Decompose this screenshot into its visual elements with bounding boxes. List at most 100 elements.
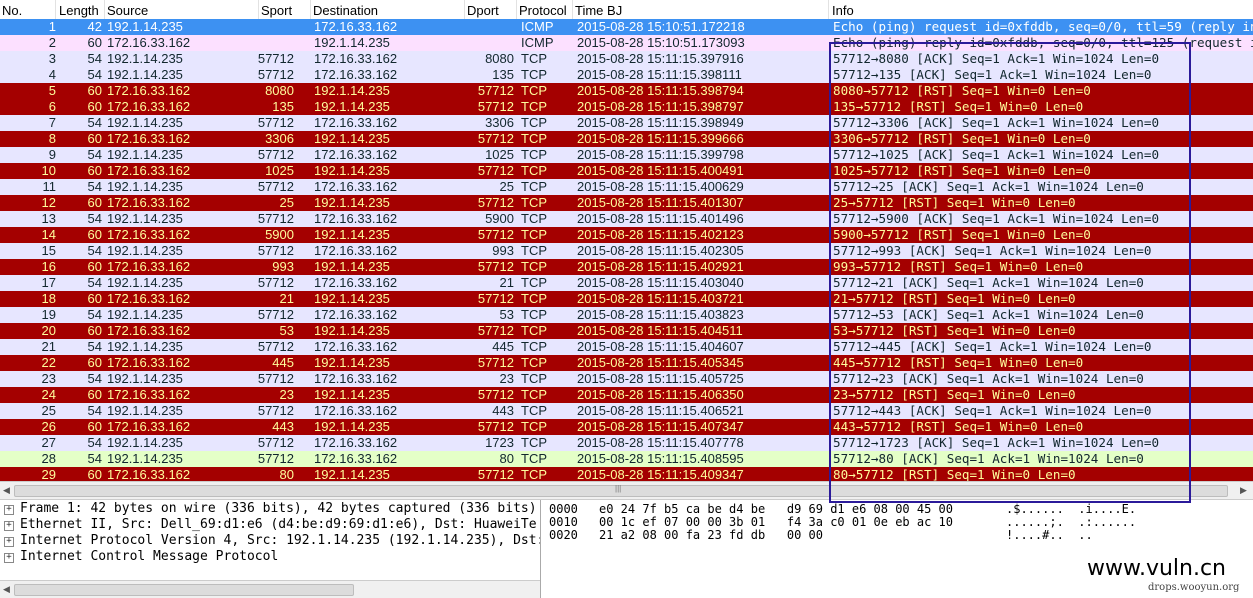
packet-row[interactable]: 2 60 172.16.33.162 192.1.14.235 ICMP 2015-08-…: [0, 35, 1253, 51]
packet-dport: 1025: [485, 147, 514, 162]
column-divider[interactable]: [464, 0, 465, 19]
packet-row[interactable]: 23 54 192.1.14.235 57712 172.16.33.162 23 TCP 2…: [0, 371, 1253, 387]
packet-dport: 57712: [477, 227, 514, 242]
packet-row[interactable]: 26 60 172.16.33.162 443 192.1.14.235 57712 TCP…: [0, 419, 1253, 435]
packet-protocol: TCP: [521, 323, 547, 338]
packet-row[interactable]: 20 60 172.16.33.162 53 192.1.14.235 57712 TCP 2…: [0, 323, 1253, 339]
packet-row[interactable]: 21 54 192.1.14.235 57712 172.16.33.162 445 TCP…: [0, 339, 1253, 355]
packet-time: 2015-08-28 15:11:15.405345: [577, 355, 744, 370]
expand-icon[interactable]: +: [4, 553, 14, 563]
packet-dport: 57712: [477, 99, 514, 114]
column-divider[interactable]: [55, 0, 56, 19]
packet-sport: 993: [272, 259, 294, 274]
packet-destination: 192.1.14.235: [314, 259, 390, 274]
column-time[interactable]: Time BJ: [575, 3, 622, 18]
scroll-right-icon[interactable]: ▶: [1240, 485, 1247, 496]
packet-row[interactable]: 25 54 192.1.14.235 57712 172.16.33.162 443 TCP…: [0, 403, 1253, 419]
scroll-left-icon[interactable]: ◀: [3, 584, 10, 595]
packet-source: 192.1.14.235: [107, 435, 183, 450]
packet-source: 172.16.33.162: [107, 467, 191, 481]
packet-row[interactable]: 16 60 172.16.33.162 993 192.1.14.235 57712 TCP…: [0, 259, 1253, 275]
packet-no: 22: [41, 355, 56, 370]
packet-row[interactable]: 28 54 192.1.14.235 57712 172.16.33.162 80 TCP 2…: [0, 451, 1253, 467]
packet-row[interactable]: 27 54 192.1.14.235 57712 172.16.33.162 1723 TC…: [0, 435, 1253, 451]
packet-row[interactable]: 15 54 192.1.14.235 57712 172.16.33.162 993 TCP…: [0, 243, 1253, 259]
column-divider[interactable]: [104, 0, 105, 19]
bytes-ascii[interactable]: !....#.. ..: [1006, 529, 1093, 542]
packet-sport: 57712: [257, 451, 294, 466]
column-source[interactable]: Source: [107, 3, 148, 18]
scroll-left-icon[interactable]: ◀: [3, 485, 10, 496]
packet-row[interactable]: 19 54 192.1.14.235 57712 172.16.33.162 53 TCP 2…: [0, 307, 1253, 323]
column-destination[interactable]: Destination: [313, 3, 378, 18]
packet-length: 54: [87, 307, 102, 322]
packet-row[interactable]: 11 54 192.1.14.235 57712 172.16.33.162 25 TCP 2…: [0, 179, 1253, 195]
column-info[interactable]: Info: [832, 3, 854, 18]
packet-info: 21→57712 [RST] Seq=1 Win=0 Len=0: [833, 291, 1076, 306]
packet-row[interactable]: 8 60 172.16.33.162 3306 192.1.14.235 57712 TCP…: [0, 131, 1253, 147]
packet-destination: 192.1.14.235: [314, 419, 390, 434]
packet-destination: 172.16.33.162: [314, 451, 398, 466]
packet-row[interactable]: 1 42 192.1.14.235 172.16.33.162 ICMP 2015-08-…: [0, 19, 1253, 35]
packet-time: 2015-08-28 15:11:15.402123: [577, 227, 744, 242]
packet-sport: 57712: [257, 275, 294, 290]
packet-row[interactable]: 22 60 172.16.33.162 445 192.1.14.235 57712 TCP…: [0, 355, 1253, 371]
column-no[interactable]: No.: [2, 3, 22, 18]
packet-source: 192.1.14.235: [107, 147, 183, 162]
column-protocol[interactable]: Protocol: [519, 3, 567, 18]
packet-row[interactable]: 9 54 192.1.14.235 57712 172.16.33.162 1025 TCP…: [0, 147, 1253, 163]
packet-row[interactable]: 14 60 172.16.33.162 5900 192.1.14.235 57712 TC…: [0, 227, 1253, 243]
packet-time: 2015-08-28 15:11:15.402305: [577, 243, 744, 258]
bytes-hex[interactable]: 21 a2 08 00 fa 23 fd db 00 00: [599, 529, 823, 542]
packet-row[interactable]: 7 54 192.1.14.235 57712 172.16.33.162 3306 TCP…: [0, 115, 1253, 131]
packet-time: 2015-08-28 15:11:15.407778: [577, 435, 744, 450]
details-hscrollbar[interactable]: ◀: [0, 580, 540, 598]
packet-row[interactable]: 3 54 192.1.14.235 57712 172.16.33.162 8080 TCP…: [0, 51, 1253, 67]
expand-icon[interactable]: +: [4, 505, 14, 515]
packet-source: 192.1.14.235: [107, 179, 183, 194]
expand-icon[interactable]: +: [4, 537, 14, 547]
packet-row[interactable]: 17 54 192.1.14.235 57712 172.16.33.162 21 TCP 2…: [0, 275, 1253, 291]
packet-bytes-pane[interactable]: 0000 e0 24 7f b5 ca be d4 be d9 69 d1 e6…: [545, 500, 1253, 598]
expand-icon[interactable]: +: [4, 521, 14, 531]
packet-source: 172.16.33.162: [107, 163, 191, 178]
packet-dport: 57712: [477, 387, 514, 402]
packet-list-hscrollbar[interactable]: ◀ ||| ▶: [0, 481, 1253, 500]
packet-row[interactable]: 29 60 172.16.33.162 80 192.1.14.235 57712 TCP 2…: [0, 467, 1253, 481]
packet-no: 11: [42, 179, 57, 194]
packet-row[interactable]: 6 60 172.16.33.162 135 192.1.14.235 57712 TCP 2…: [0, 99, 1253, 115]
packet-row[interactable]: 4 54 192.1.14.235 57712 172.16.33.162 135 TCP 2…: [0, 67, 1253, 83]
packet-sport: 23: [279, 387, 294, 402]
packet-sport: 57712: [257, 115, 294, 130]
packet-length: 60: [87, 195, 102, 210]
packet-length: 60: [87, 323, 102, 338]
scrollbar-thumb[interactable]: [14, 584, 354, 596]
packet-details-pane[interactable]: + Frame 1: 42 bytes on wire (336 bits), …: [0, 500, 541, 598]
column-dport[interactable]: Dport: [467, 3, 499, 18]
packet-row[interactable]: 12 60 172.16.33.162 25 192.1.14.235 57712 TCP 2…: [0, 195, 1253, 211]
packet-row[interactable]: 18 60 172.16.33.162 21 192.1.14.235 57712 TCP 2…: [0, 291, 1253, 307]
column-divider[interactable]: [258, 0, 259, 19]
column-divider[interactable]: [310, 0, 311, 19]
packet-destination: 192.1.14.235: [314, 467, 390, 481]
packet-list[interactable]: 1 42 192.1.14.235 172.16.33.162 ICMP 2015-08-…: [0, 19, 1253, 481]
packet-protocol: TCP: [521, 467, 547, 481]
packet-row[interactable]: 13 54 192.1.14.235 57712 172.16.33.162 5900 TC…: [0, 211, 1253, 227]
packet-row[interactable]: 5 60 172.16.33.162 8080 192.1.14.235 57712 TCP…: [0, 83, 1253, 99]
column-length[interactable]: Length: [59, 3, 99, 18]
detail-text: Ethernet II, Src: Dell_69:d1:e6 (d4:be:d…: [20, 517, 537, 532]
packet-time: 2015-08-28 15:11:15.407347: [577, 419, 744, 434]
packet-row[interactable]: 24 60 172.16.33.162 23 192.1.14.235 57712 TCP 2…: [0, 387, 1253, 403]
packet-source: 172.16.33.162: [107, 83, 191, 98]
column-sport[interactable]: Sport: [261, 3, 292, 18]
packet-sport: 57712: [257, 307, 294, 322]
column-divider[interactable]: [516, 0, 517, 19]
packet-protocol: TCP: [521, 67, 547, 82]
column-divider[interactable]: [572, 0, 573, 19]
packet-row[interactable]: 10 60 172.16.33.162 1025 192.1.14.235 57712 TC…: [0, 163, 1253, 179]
column-divider[interactable]: [828, 0, 829, 19]
packet-length: 54: [87, 179, 102, 194]
packet-length: 54: [87, 147, 102, 162]
packet-info: 8080→57712 [RST] Seq=1 Win=0 Len=0: [833, 83, 1091, 98]
packet-sport: 57712: [257, 67, 294, 82]
